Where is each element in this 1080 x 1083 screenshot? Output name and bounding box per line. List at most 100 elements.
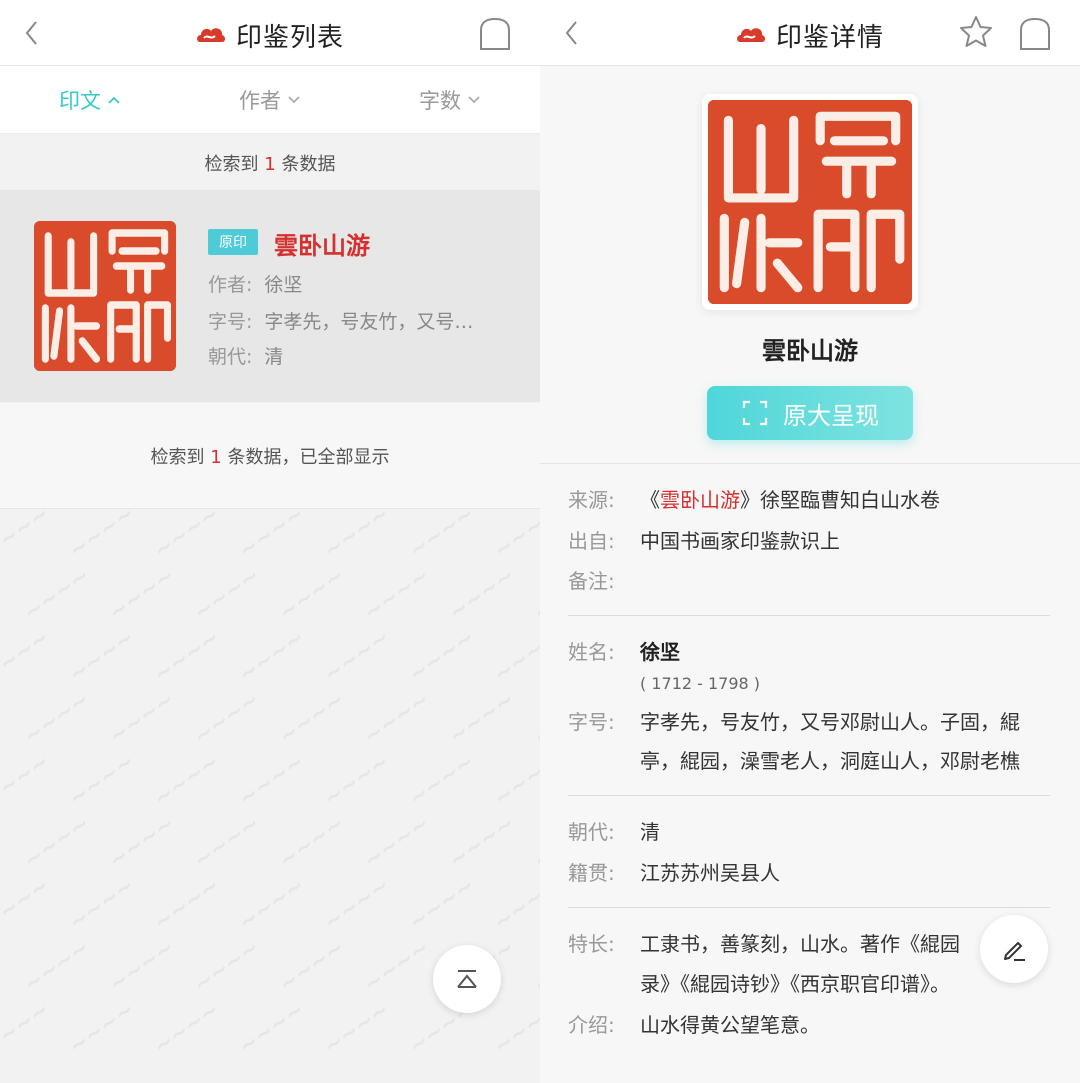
watermark-mark: ~~~~ <box>19 811 95 874</box>
tab-label: 作者 <box>239 88 281 113</box>
watermark-mark: ~~~~ <box>489 873 540 936</box>
watermark-mark: ~~~~ <box>489 997 540 1060</box>
watermark-mark: ~~~~ <box>489 510 540 564</box>
watermark-mark: ~~~~ <box>234 749 310 812</box>
intro-label: 介绍: <box>568 1013 615 1037</box>
watermark-mark: ~~~~ <box>444 563 520 626</box>
watermark-mark: ~~~~ <box>104 935 180 998</box>
source-label: 来源: <box>568 488 615 512</box>
watermark-mark: ~~~~ <box>64 749 140 812</box>
page-title: 印鉴列表 <box>236 22 345 53</box>
skill-line-2: 录》《緄园诗钞》《西京职官印谱》。 <box>640 972 950 996</box>
divider <box>568 907 1050 908</box>
watermark-mark: ~~~~ <box>444 687 520 750</box>
to-top-icon <box>457 970 477 988</box>
watermark-mark: ~~~~ <box>19 687 95 750</box>
source-seal-name: 雲卧山游 <box>660 488 740 512</box>
seal-list-screen: ~~~~ ~~~~ ~~~~ ~~~~ ~~~~ ~~~~ ~~~~ ~~~~ ~~~~ ~~~~… <box>0 0 540 1083</box>
watermark-mark: ~~~~ <box>404 510 480 564</box>
tab-seal-text[interactable]: 印文 <box>0 66 180 133</box>
watermark-mark: ~~~~ <box>189 811 265 874</box>
result-author: 作者: 徐坚 <box>208 270 302 297</box>
watermark-mark: ~~~~ <box>404 873 480 936</box>
nav-bar: 印鉴列表 <box>0 0 540 66</box>
watermark-mark: ~~~~ <box>404 749 480 812</box>
author-years: ( 1712 - 1798 ) <box>640 674 761 693</box>
seal-glyphs-image <box>708 100 912 304</box>
dynasty-value: 清 <box>264 346 284 368</box>
watermark-mark: ~~~~ <box>359 935 435 998</box>
intro-value: 山水得黄公望笔意。 <box>640 1013 820 1037</box>
dynasty-label: 朝代: <box>208 346 253 368</box>
watermark-mark: ~~~~ <box>529 563 540 626</box>
zihao-line-2: 亭，緄园，澡雪老人，洞庭山人，邓尉老樵 <box>640 749 1020 773</box>
dynasty-label: 朝代: <box>568 820 615 844</box>
watermark-mark: ~~~~ <box>64 997 140 1060</box>
native-label: 籍贯: <box>568 861 615 885</box>
cloud-logo-icon <box>197 28 225 42</box>
star-icon[interactable] <box>958 14 994 50</box>
original-size-label: 原大呈现 <box>783 401 879 430</box>
watermark-mark: ~~~~ <box>529 935 540 998</box>
zihao-label: 字号: <box>208 311 253 333</box>
result-title[interactable]: 雲卧山游 <box>274 226 370 261</box>
skill-line-1: 工隶书，善篆刻，山水。著作《緄园 <box>640 932 960 956</box>
watermark-mark: ~~~~ <box>189 563 265 626</box>
edit-button[interactable] <box>980 915 1048 983</box>
author-value: 徐坚 <box>264 274 303 296</box>
watermark-mark: ~~~~ <box>0 749 55 812</box>
fullscreen-icon <box>742 400 768 426</box>
watermark-mark: ~~~~ <box>359 811 435 874</box>
nav-title-group: 印鉴列表 <box>196 15 344 55</box>
footer-prefix: 检索到 <box>150 447 205 468</box>
watermark-mark: ~~~~ <box>149 625 225 688</box>
zihao-line-1: 字孝先，号友竹，又号邓尉山人。子固，緄 <box>640 710 1020 734</box>
watermark-mark: ~~~~ <box>189 687 265 750</box>
original-size-button[interactable]: 原大呈现 <box>707 386 913 440</box>
watermark-mark: ~~~~ <box>234 997 310 1060</box>
back-icon[interactable] <box>20 16 44 50</box>
seal-image <box>708 100 912 304</box>
original-seal-badge: 原印 <box>208 229 258 255</box>
watermark-mark: ~~~~ <box>234 625 310 688</box>
footer-suffix: 条数据，已全部显示 <box>227 447 390 468</box>
source-bracket: 《 <box>640 488 660 512</box>
native-value: 江苏苏州吴县人 <box>640 861 780 885</box>
nav-bar: 印鉴详情 <box>540 0 1080 66</box>
cloud-logo-icon <box>737 28 765 42</box>
watermark-mark: ~~~~ <box>0 625 55 688</box>
watermark-mark: ~~~~ <box>489 749 540 812</box>
watermark-mark: ~~~~ <box>274 563 350 626</box>
watermark-mark: ~~~~ <box>104 811 180 874</box>
tab-author[interactable]: 作者 <box>180 66 360 133</box>
watermark-mark: ~~~~ <box>529 811 540 874</box>
divider <box>568 795 1050 796</box>
skill-label: 特长: <box>568 932 615 956</box>
watermark-mark: ~~~~ <box>319 625 395 688</box>
nav-title-group: 印鉴详情 <box>736 15 884 55</box>
result-dynasty: 朝代: 清 <box>208 342 283 369</box>
home-icon[interactable] <box>1018 16 1052 52</box>
count-number: 1 <box>264 154 276 175</box>
watermark-mark: ~~~~ <box>234 873 310 936</box>
watermark-mark: ~~~~ <box>19 563 95 626</box>
back-icon[interactable] <box>560 16 584 50</box>
count-prefix: 检索到 <box>204 154 259 175</box>
scroll-to-top-button[interactable] <box>433 945 501 1013</box>
watermark-mark: ~~~~ <box>274 687 350 750</box>
zihao-label: 字号: <box>568 710 615 734</box>
watermark-mark: ~~~~ <box>149 510 225 564</box>
from-value: 中国书画家印鉴款识上 <box>640 529 840 553</box>
tab-label: 印文 <box>59 88 101 113</box>
home-icon[interactable] <box>478 16 512 52</box>
dynasty-value: 清 <box>640 820 660 844</box>
source-value[interactable]: 《雲卧山游》徐堅臨曹知白山水卷 <box>640 480 940 520</box>
watermark-mark: ~~~~ <box>19 935 95 998</box>
watermark-mark: ~~~~ <box>149 997 225 1060</box>
seal-thumbnail[interactable] <box>34 221 176 371</box>
pencil-icon <box>1004 942 1025 961</box>
watermark-mark: ~~~~ <box>189 935 265 998</box>
result-count: 检索到 1 条数据 <box>0 150 540 176</box>
tab-char-count[interactable]: 字数 <box>360 66 540 133</box>
seal-image-frame[interactable] <box>702 94 918 310</box>
